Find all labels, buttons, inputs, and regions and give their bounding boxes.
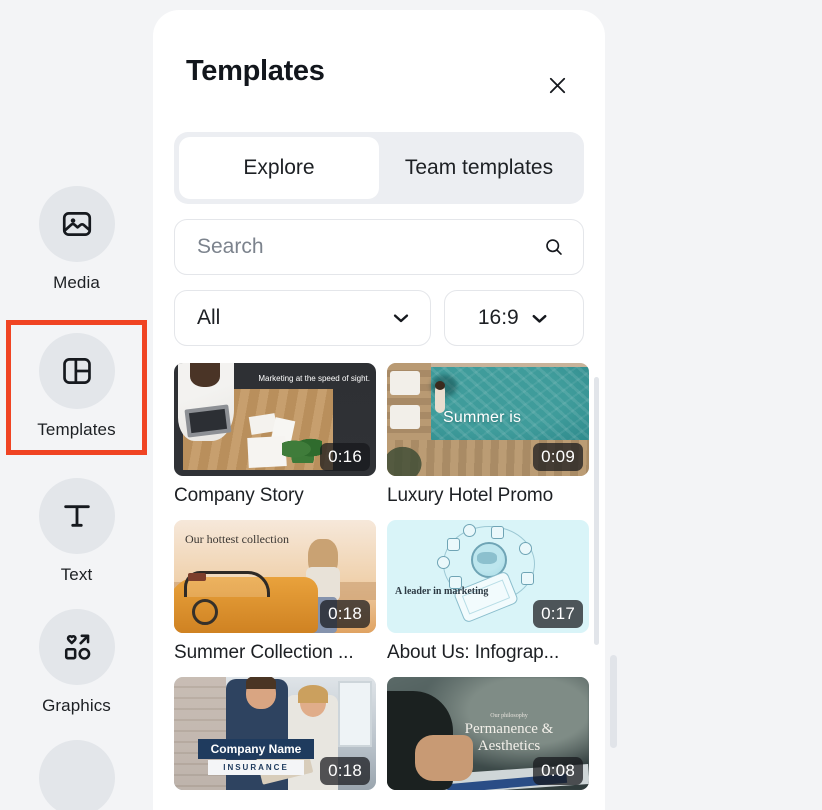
image-icon: [62, 212, 91, 236]
thumbnail-overlay-text: Summer is: [443, 409, 522, 426]
text-t-icon: [63, 505, 90, 527]
filter-aspect-ratio-dropdown[interactable]: 16:9: [443, 290, 584, 346]
templates-scroll-area[interactable]: Marketing at the speed of sight. 0:16 Co…: [153, 363, 605, 793]
left-sidebar: Media Templates Text Graphics: [0, 0, 153, 810]
filter-category-dropdown[interactable]: All: [174, 290, 431, 346]
template-card[interactable]: Company Name INSURANCE 0:18: [174, 677, 376, 793]
template-card[interactable]: Summer is 0:09 Luxury Hotel Promo: [387, 363, 589, 507]
filter-category-value: All: [197, 306, 221, 329]
graphics-shapes-icon: [64, 634, 90, 660]
page-title: Templates: [186, 54, 325, 87]
sidebar-item-partial[interactable]: [6, 740, 147, 810]
thumb-art-lounger: [390, 371, 420, 395]
template-card[interactable]: Marketing at the speed of sight. 0:16 Co…: [174, 363, 376, 507]
close-button[interactable]: [539, 67, 575, 103]
thumb-art-hair: [246, 677, 276, 689]
template-thumbnail[interactable]: Our hottest collection 0:18: [174, 520, 376, 633]
template-card[interactable]: Our philosophy Permanence & Aesthetics 0…: [387, 677, 589, 793]
sidebar-item-graphics[interactable]: Graphics: [6, 609, 147, 716]
app-root: Media Templates Text Graphics Templates …: [0, 0, 822, 810]
thumb-art-mirror: [188, 573, 206, 581]
thumb-art-icon: [447, 538, 460, 551]
chevron-down-icon: [393, 314, 408, 323]
thumbnail-overlay-text: Company Name: [210, 742, 302, 756]
duration-badge: 0:17: [533, 600, 583, 628]
thumb-art-plant: [282, 435, 322, 463]
thumb-art-steering-wheel: [192, 599, 218, 625]
thumb-art-window: [338, 681, 372, 747]
thumb-art-hair: [298, 685, 328, 703]
template-thumbnail[interactable]: A leader in marketing 0:17: [387, 520, 589, 633]
duration-badge: 0:16: [320, 443, 370, 471]
sidebar-item-templates[interactable]: Templates: [6, 320, 147, 455]
filter-aspect-ratio-value: 16:9: [477, 306, 519, 329]
panel-scrollbar-thumb[interactable]: [594, 377, 599, 645]
templates-grid: Marketing at the speed of sight. 0:16 Co…: [153, 363, 605, 793]
sidebar-item-text[interactable]: Text: [6, 478, 147, 585]
thumbnail-overlay-text: A leader in marketing: [395, 586, 489, 597]
thumbnail-overlay-subtext: INSURANCE: [223, 763, 289, 772]
template-thumbnail[interactable]: Company Name INSURANCE 0:18: [174, 677, 376, 790]
media-icon-circle: [38, 186, 115, 262]
template-title: Summer Collection ...: [174, 642, 354, 663]
tab-explore[interactable]: Explore: [179, 137, 379, 199]
thumb-art-icon: [437, 556, 450, 569]
partial-icon-circle: [38, 740, 115, 810]
template-card[interactable]: A leader in marketing 0:17 About Us: Inf…: [387, 520, 589, 664]
layout-template-icon: [62, 358, 91, 384]
sidebar-item-media[interactable]: Media: [6, 186, 147, 293]
graphics-icon-circle: [38, 609, 115, 685]
template-title: Luxury Hotel Promo: [387, 485, 554, 506]
filter-row: All 16:9: [174, 290, 584, 346]
tab-bar: Explore Team templates: [174, 132, 584, 204]
duration-badge: 0:09: [533, 443, 583, 471]
search-row: [174, 219, 584, 275]
search-box[interactable]: [174, 219, 584, 275]
thumbnail-overlay-text: Permanence & Aesthetics: [464, 721, 554, 755]
thumb-art-hair: [190, 363, 220, 387]
thumb-art-icon: [519, 542, 532, 555]
duration-badge: 0:18: [320, 600, 370, 628]
template-thumbnail[interactable]: Our philosophy Permanence & Aesthetics 0…: [387, 677, 589, 790]
search-input[interactable]: [197, 235, 543, 259]
page-scrollbar-thumb[interactable]: [610, 655, 617, 748]
text-icon-circle: [38, 478, 115, 554]
thumb-art-icon: [521, 572, 534, 585]
template-card[interactable]: Our hottest collection 0:18 Summer Colle…: [174, 520, 376, 664]
template-thumbnail[interactable]: Summer is 0:09: [387, 363, 589, 476]
thumbnail-overlay-text: Our hottest collection: [185, 532, 289, 546]
thumb-art-bush: [387, 440, 429, 476]
sidebar-item-label: Templates: [37, 420, 116, 439]
sidebar-item-label: Graphics: [42, 696, 111, 715]
thumb-art-paper: [247, 436, 287, 468]
panel-header: Templates: [153, 10, 605, 132]
chevron-down-icon: [532, 314, 547, 323]
thumb-art-laptop: [184, 404, 232, 438]
thumbnail-overlay-text: Marketing at the speed of sight.: [258, 374, 370, 383]
thumb-art-icon: [491, 526, 504, 539]
template-title: Company Story: [174, 485, 304, 506]
templates-icon-circle: [38, 333, 115, 409]
sidebar-item-label: Text: [60, 565, 93, 584]
sidebar-item-label: Media: [53, 273, 100, 292]
thumbnail-overlay-banner: Company Name: [198, 739, 314, 759]
thumbnail-overlay-subbanner: INSURANCE: [208, 760, 304, 775]
search-icon[interactable]: [543, 236, 565, 258]
close-icon: [549, 77, 565, 93]
thumbnail-overlay-subtext: Our philosophy: [490, 713, 528, 719]
templates-panel: Templates Explore Team templates A: [153, 10, 605, 810]
template-title: About Us: Infograp...: [387, 642, 560, 663]
template-thumbnail[interactable]: Marketing at the speed of sight. 0:16: [174, 363, 376, 476]
tab-team-templates[interactable]: Team templates: [379, 137, 579, 199]
duration-badge: 0:18: [320, 757, 370, 785]
thumb-art-lounger: [390, 405, 420, 429]
duration-badge: 0:08: [533, 757, 583, 785]
thumb-art-icon: [463, 524, 476, 537]
